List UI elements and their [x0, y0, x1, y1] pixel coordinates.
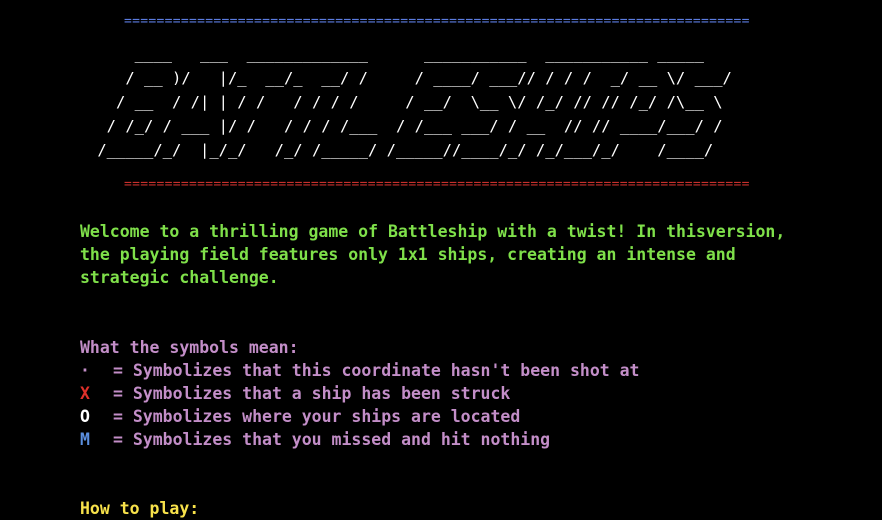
symbols-heading: What the symbols mean: [80, 338, 299, 357]
battleships-ascii-title: ____ ___ _____________ ___________ _____… [97, 45, 732, 159]
legend-text: = Symbolizes where your ships are locate… [113, 407, 521, 426]
intro-text: Welcome to a thrilling game of Battleshi… [80, 220, 880, 289]
legend-text: = Symbolizes that a ship has been struck [113, 384, 511, 403]
legend-row-unshot: · = Symbolizes that this coordinate hasn'… [80, 359, 640, 382]
legend-row-miss: M = Symbolizes that you missed and hit no… [80, 428, 640, 451]
intro-line: the playing field features only 1x1 ship… [80, 245, 736, 264]
ship-o-icon: O [80, 407, 90, 426]
miss-m-icon: M [80, 430, 90, 449]
symbols-legend: What the symbols mean: · = Symbolizes tha… [80, 336, 640, 451]
legend-row-ship: O = Symbolizes where your ships are locat… [80, 405, 640, 428]
how-to-play-heading: How to play: [80, 499, 200, 518]
unshot-dot-icon: · [80, 361, 90, 380]
hit-x-icon: X [80, 384, 90, 403]
banner-rule-bottom: ========================================… [124, 177, 750, 192]
banner-rule-top: ========================================… [124, 14, 750, 29]
legend-text: = Symbolizes that you missed and hit not… [113, 430, 551, 449]
legend-row-hit: X = Symbolizes that a ship has been struc… [80, 382, 640, 405]
intro-line: strategic challenge. [80, 268, 279, 287]
legend-text: = Symbolizes that this coordinate hasn't… [113, 361, 640, 380]
intro-line: Welcome to a thrilling game of Battleshi… [80, 222, 786, 241]
